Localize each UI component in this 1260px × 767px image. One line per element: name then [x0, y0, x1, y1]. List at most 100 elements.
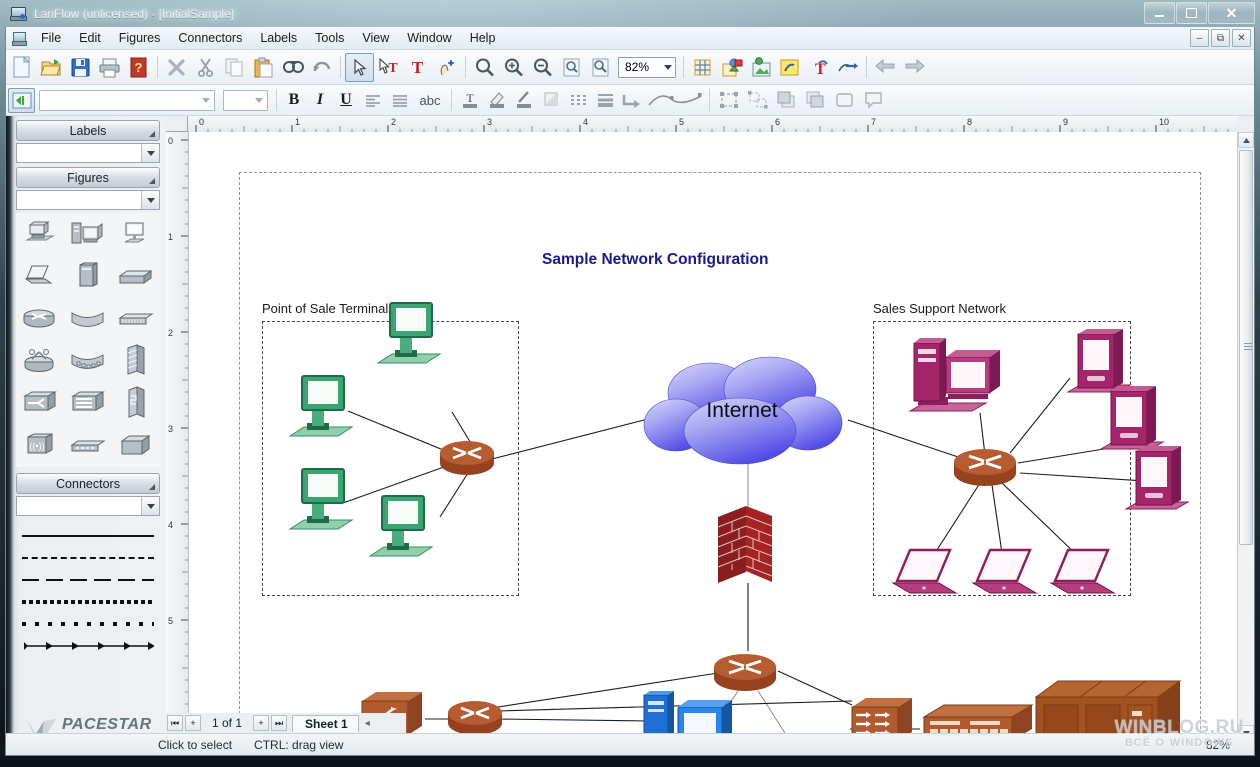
fill-color-icon[interactable]: [483, 88, 510, 113]
mdi-minimize-button[interactable]: –: [1190, 29, 1209, 47]
text-color-icon[interactable]: T: [456, 88, 483, 113]
add-text-tool-icon[interactable]: T: [403, 53, 432, 82]
diagram-canvas[interactable]: Sample Network Configuration Point of Sa…: [188, 132, 1238, 741]
point-tool-icon[interactable]: [432, 53, 461, 82]
connectors-style-select[interactable]: [16, 496, 160, 516]
branch-router[interactable]: [446, 691, 508, 739]
select-tool-icon[interactable]: [345, 52, 374, 82]
figure-multilayer-switch[interactable]: [67, 383, 109, 423]
undo-icon[interactable]: [307, 53, 336, 82]
callout-icon[interactable]: [859, 86, 888, 115]
text-style-icon[interactable]: T: [804, 53, 833, 82]
sheet-overflow-arrow-icon[interactable]: ◂: [365, 718, 370, 729]
diagram-page[interactable]: Sample Network Configuration Point of Sa…: [239, 172, 1201, 741]
connector-arrow[interactable]: [16, 635, 160, 657]
figure-firewall[interactable]: [115, 341, 157, 381]
figure-patch-panel[interactable]: [115, 383, 157, 423]
figure-wireless-router[interactable]: [19, 341, 61, 381]
connector-style-icon[interactable]: [833, 53, 862, 82]
save-document-icon[interactable]: [66, 53, 95, 82]
align-left-icon[interactable]: [359, 88, 386, 113]
internet-cloud[interactable]: Internet: [640, 355, 856, 471]
window-close-button[interactable]: ✕: [1208, 2, 1255, 24]
sales-laptop-2[interactable]: [968, 545, 1056, 605]
vertical-scroll-thumb[interactable]: [1239, 150, 1253, 545]
align-justify-icon[interactable]: [386, 88, 413, 113]
figure-palette-icon[interactable]: [717, 53, 746, 82]
pos-terminal-2[interactable]: [370, 295, 470, 385]
figure-server-tower[interactable]: [67, 256, 109, 296]
zoom-tool-icon[interactable]: [470, 53, 499, 82]
window-minimize-button[interactable]: [1144, 2, 1175, 24]
label-panel-toggle-icon[interactable]: [8, 87, 35, 113]
zoom-in-icon[interactable]: [499, 53, 528, 82]
figure-style-icon[interactable]: [775, 53, 804, 82]
bring-front-icon[interactable]: [772, 86, 801, 115]
figure-wireless-access-point[interactable]: ((•)): [19, 426, 61, 466]
menu-item-tools[interactable]: Tools: [306, 28, 353, 48]
zoom-out-icon[interactable]: [528, 53, 557, 82]
sales-pc-3[interactable]: [1120, 445, 1212, 527]
forward-nav-icon[interactable]: [900, 53, 929, 82]
zoom-page-icon[interactable]: [557, 53, 586, 82]
figure-desktop-computer[interactable]: [19, 214, 61, 254]
line-weight-icon[interactable]: [591, 88, 618, 113]
sheet-tab-1[interactable]: Sheet 1: [292, 714, 359, 732]
underline-button[interactable]: U: [333, 88, 359, 113]
figure-rack-server[interactable]: [115, 256, 157, 296]
connectors-panel-header[interactable]: Connectors: [16, 473, 160, 494]
connector-dotted-wide[interactable]: [16, 613, 160, 635]
vertical-ruler[interactable]: 0123456: [166, 132, 189, 741]
pos-terminal-1[interactable]: [282, 368, 382, 458]
sales-laptop-1[interactable]: [888, 545, 976, 605]
rectangle-icon[interactable]: [830, 86, 859, 115]
pos-terminal-4[interactable]: [362, 488, 462, 578]
menu-item-figures[interactable]: Figures: [110, 28, 170, 48]
copy-icon[interactable]: [220, 53, 249, 82]
sales-laptop-3[interactable]: [1046, 545, 1134, 605]
arrow-end-icon[interactable]: [618, 88, 645, 113]
figure-mainframe[interactable]: [115, 426, 157, 466]
spelling-button[interactable]: abc: [413, 88, 447, 113]
font-name-select[interactable]: [39, 89, 215, 111]
sales-workstation-1[interactable]: [900, 333, 1020, 428]
menu-item-edit[interactable]: Edit: [70, 28, 110, 48]
scroll-up-button[interactable]: [1238, 132, 1254, 148]
delete-icon[interactable]: [162, 53, 191, 82]
line-color-icon[interactable]: [510, 88, 537, 113]
figure-hub[interactable]: [115, 299, 157, 339]
vertical-scrollbar[interactable]: [1237, 132, 1254, 741]
figure-switch[interactable]: [19, 383, 61, 423]
back-nav-icon[interactable]: [871, 53, 900, 82]
labels-style-select[interactable]: [16, 143, 160, 163]
add-sheet-before-button[interactable]: +: [185, 715, 201, 731]
new-document-icon[interactable]: [8, 53, 37, 82]
menu-item-file[interactable]: File: [32, 28, 70, 48]
pos-router[interactable]: [438, 431, 500, 479]
paste-icon[interactable]: [249, 53, 278, 82]
ungroup-icon[interactable]: [743, 86, 772, 115]
menu-item-connectors[interactable]: Connectors: [169, 28, 251, 48]
labels-panel-header[interactable]: Labels: [16, 120, 160, 141]
curve-icon[interactable]: [645, 86, 705, 115]
menu-item-help[interactable]: Help: [461, 28, 505, 48]
firewall[interactable]: [708, 503, 790, 595]
figure-bridge[interactable]: [67, 299, 109, 339]
connector-solid[interactable]: [16, 525, 160, 547]
mdi-restore-button[interactable]: ⧉: [1211, 29, 1230, 47]
line-dash-icon[interactable]: [564, 88, 591, 113]
image-palette-icon[interactable]: [746, 53, 775, 82]
figures-category-select[interactable]: [16, 190, 160, 210]
connector-long-dash[interactable]: [16, 569, 160, 591]
italic-button[interactable]: I: [307, 88, 333, 113]
zoom-level-select[interactable]: 82%: [618, 56, 676, 78]
figure-laptop[interactable]: [19, 256, 61, 296]
mdi-close-button[interactable]: ✕: [1232, 29, 1251, 47]
zoom-width-icon[interactable]: [586, 53, 615, 82]
window-maximize-button[interactable]: [1176, 2, 1207, 24]
bold-button[interactable]: B: [281, 88, 307, 113]
menu-item-window[interactable]: Window: [398, 28, 460, 48]
cut-icon[interactable]: [191, 53, 220, 82]
connector-dotted-fine[interactable]: [16, 591, 160, 613]
menu-item-labels[interactable]: Labels: [251, 28, 306, 48]
